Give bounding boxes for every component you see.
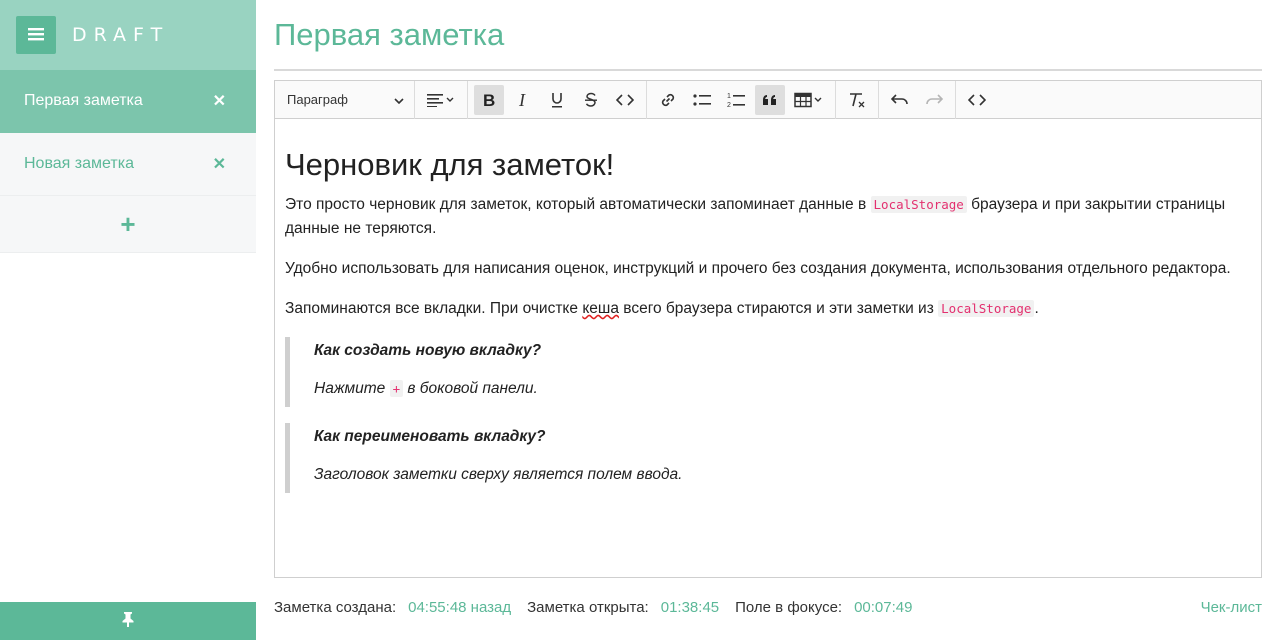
inline-code: +	[389, 380, 404, 397]
content-paragraph: Запоминаются все вкладки. При очистке ке…	[285, 297, 1251, 321]
strikethrough-icon	[584, 92, 598, 108]
clear-format-group	[836, 80, 879, 119]
sidebar-note-item[interactable]: Новая заметка ✕	[0, 133, 256, 196]
text-run: .	[1034, 300, 1039, 317]
quote-answer: Нажмите + в боковой панели.	[314, 377, 1251, 401]
rich-text-editor: Параграф B I 1 2 Черновик для заметок! Э…	[274, 80, 1262, 578]
italic-button[interactable]: I	[508, 85, 538, 115]
formatting-group: B I	[468, 80, 647, 119]
plus-icon: +	[120, 208, 136, 239]
sidebar-note-label: Новая заметка	[24, 155, 134, 172]
alignment-group	[415, 80, 468, 119]
text-run: в боковой панели.	[403, 380, 538, 397]
text-run: Это просто черновик для заметок, который…	[285, 196, 871, 213]
svg-text:1: 1	[727, 93, 731, 100]
link-icon	[659, 91, 677, 109]
close-note-icon[interactable]: ✕	[213, 154, 226, 174]
numbered-list-button[interactable]: 12	[721, 85, 751, 115]
table-button[interactable]	[789, 85, 829, 115]
inline-code: LocalStorage	[870, 196, 967, 213]
source-code-icon	[968, 93, 986, 106]
opened-value: 01:38:45	[660, 598, 720, 616]
numbered-list-icon: 12	[727, 92, 745, 108]
redo-button[interactable]	[919, 85, 949, 115]
strikethrough-button[interactable]	[576, 85, 606, 115]
quote-icon	[762, 94, 778, 106]
underline-icon	[550, 92, 564, 108]
pin-icon	[121, 611, 135, 632]
underline-button[interactable]	[542, 85, 572, 115]
remove-format-icon	[848, 92, 866, 108]
title-divider	[274, 69, 1262, 71]
pin-button[interactable]	[0, 602, 256, 640]
bold-button[interactable]: B	[474, 84, 504, 115]
heading-dropdown[interactable]: Параграф	[275, 80, 415, 119]
checklist-link[interactable]: Чек-лист	[1201, 599, 1262, 616]
close-note-icon[interactable]: ✕	[213, 91, 226, 111]
hamburger-icon	[28, 24, 44, 47]
table-icon	[794, 92, 824, 108]
sidebar-header: DRAFT	[0, 0, 256, 70]
focus-value: 00:07:49	[854, 598, 913, 616]
inline-code: LocalStorage	[938, 300, 1035, 317]
undo-button[interactable]	[885, 85, 915, 115]
code-icon	[616, 93, 634, 106]
svg-text:I: I	[518, 92, 526, 108]
chevron-down-icon	[394, 92, 404, 107]
source-group	[956, 81, 998, 119]
remove-format-button[interactable]	[842, 85, 872, 115]
blockquote-button[interactable]	[755, 84, 785, 115]
editor-content[interactable]: Черновик для заметок! Это просто чернови…	[275, 119, 1261, 493]
insert-group: 12	[647, 80, 836, 119]
quote-question: Как переименовать вкладку?	[314, 428, 546, 445]
text-run: всего браузера стираются и эти заметки и…	[618, 300, 939, 317]
svg-text:B: B	[483, 92, 495, 108]
text-run: Запоминаются все вкладки. При очистке	[285, 300, 583, 317]
bulleted-list-icon	[693, 93, 711, 107]
svg-text:2: 2	[727, 102, 731, 108]
italic-icon: I	[517, 92, 529, 108]
text-run: Нажмите	[314, 380, 390, 397]
link-button[interactable]	[653, 85, 683, 115]
menu-button[interactable]	[16, 16, 56, 54]
sidebar-note-item-active[interactable]: Первая заметка ✕	[0, 70, 256, 133]
source-code-button[interactable]	[962, 85, 992, 115]
blockquote: Как создать новую вкладку? Нажмите + в б…	[285, 337, 1251, 407]
bulleted-list-button[interactable]	[687, 85, 717, 115]
heading-select-value: Параграф	[287, 92, 348, 107]
note-title-input[interactable]	[274, 14, 1262, 56]
undo-icon	[891, 93, 909, 106]
sidebar-note-label: Первая заметка	[24, 92, 143, 109]
history-group	[879, 80, 956, 119]
created-value: 04:55:48 назад	[408, 598, 512, 616]
quote-answer: Заголовок заметки сверху является полем …	[314, 466, 683, 483]
add-note-button[interactable]: +	[0, 196, 256, 253]
content-paragraph: Это просто черновик для заметок, который…	[285, 193, 1251, 241]
content-paragraph: Удобно использовать для написания оценок…	[285, 260, 1231, 277]
align-button[interactable]	[421, 85, 461, 115]
bold-icon: B	[482, 92, 496, 108]
redo-icon	[925, 93, 943, 106]
app-brand: DRAFT	[72, 24, 170, 46]
focus-label: Поле в фокусе:	[735, 598, 843, 616]
created-label: Заметка создана:	[274, 598, 397, 616]
misspelled-word: кеша	[582, 300, 619, 317]
content-heading: Черновик для заметок!	[285, 147, 615, 182]
editor-toolbar: Параграф B I 1 2	[275, 80, 1261, 119]
quote-question: Как создать новую вкладку?	[314, 342, 542, 359]
blockquote: Как переименовать вкладку? Заголовок зам…	[285, 423, 1251, 493]
status-bar: Заметка создана: 04:55:48 назад Заметка …	[274, 595, 1262, 619]
inline-code-button[interactable]	[610, 85, 640, 115]
sidebar: DRAFT Первая заметка ✕ Новая заметка ✕ +	[0, 0, 256, 640]
opened-label: Заметка открыта:	[527, 598, 649, 616]
align-left-icon	[427, 93, 455, 107]
